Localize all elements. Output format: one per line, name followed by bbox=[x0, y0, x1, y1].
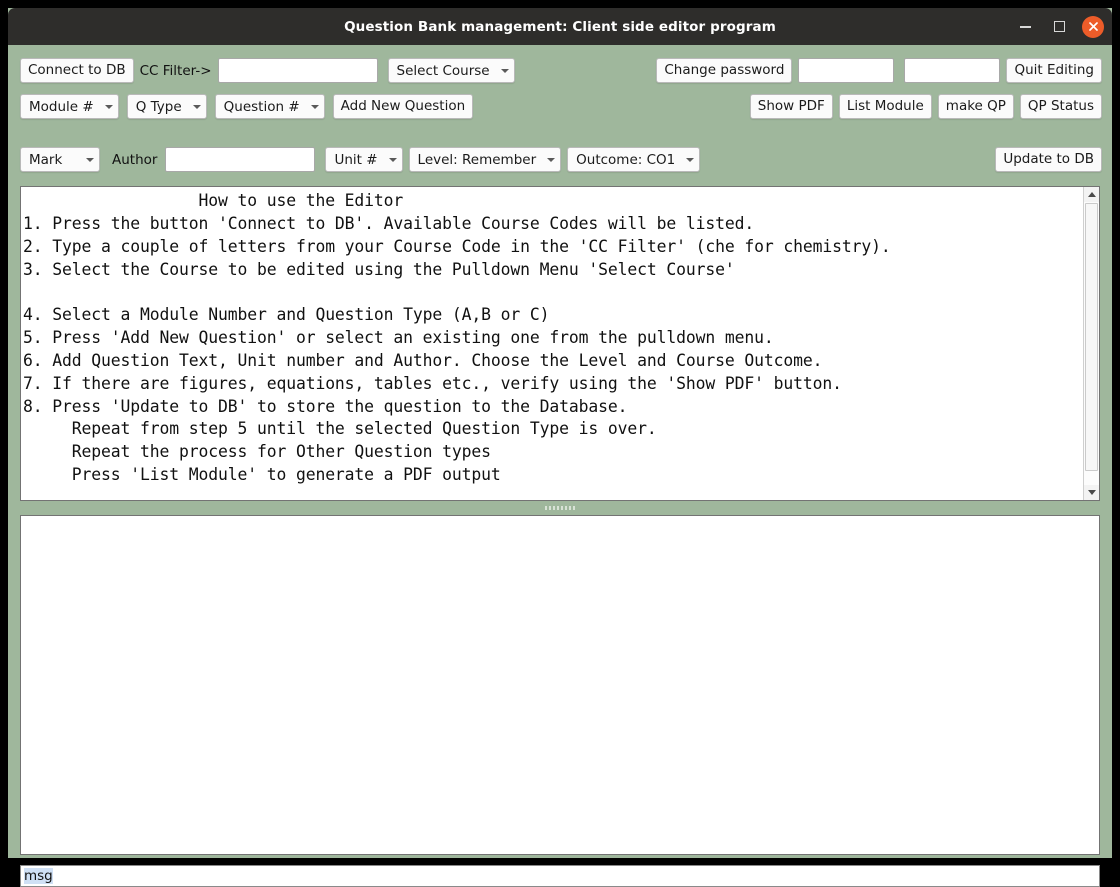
update-to-db-button[interactable]: Update to DB bbox=[995, 147, 1102, 172]
change-password-button[interactable]: Change password bbox=[656, 58, 793, 83]
application-window: Question Bank management: Client side ed… bbox=[8, 8, 1112, 887]
minimize-glyph bbox=[1019, 25, 1031, 28]
close-x-glyph bbox=[1088, 22, 1098, 31]
window-title: Question Bank management: Client side ed… bbox=[344, 18, 776, 35]
toolbar-row-3-right: Update to DB bbox=[995, 144, 1102, 175]
status-message: msg bbox=[24, 868, 53, 884]
make-qp-button[interactable]: make QP bbox=[937, 94, 1014, 119]
list-module-button[interactable]: List Module bbox=[838, 94, 932, 119]
connect-to-db-button[interactable]: Connect to DB bbox=[20, 58, 134, 83]
toolbar-row-1-right: Change password Quit Editing bbox=[656, 55, 1102, 86]
module-number-combobox[interactable]: Module # bbox=[20, 94, 119, 119]
maximize-glyph bbox=[1053, 21, 1065, 32]
triangle-down-glyph bbox=[1087, 490, 1096, 495]
question-type-label: Q Type bbox=[135, 98, 182, 115]
question-number-combobox[interactable]: Question # bbox=[214, 94, 325, 119]
unit-number-label: Unit # bbox=[334, 151, 378, 168]
scrollbar-thumb[interactable] bbox=[1085, 203, 1098, 471]
level-combobox[interactable]: Level: Remember bbox=[408, 147, 562, 172]
preview-textarea[interactable] bbox=[21, 516, 1099, 854]
preview-pane bbox=[20, 515, 1100, 855]
status-bar: msg bbox=[20, 865, 1100, 887]
sash-grip-icon bbox=[545, 506, 575, 510]
level-label: Level: Remember bbox=[417, 151, 537, 168]
select-course-combobox[interactable]: Select Course bbox=[387, 58, 515, 83]
chevron-down-icon bbox=[104, 104, 113, 109]
author-input[interactable] bbox=[165, 147, 316, 172]
chevron-down-icon bbox=[500, 68, 509, 73]
app-body: Connect to DB CC Filter-> Select Course … bbox=[8, 55, 1112, 887]
toolbar-row-2-right: Show PDF List Module make QP QP Status bbox=[749, 91, 1102, 122]
minimize-icon[interactable] bbox=[1014, 16, 1036, 38]
cc-filter-label: CC Filter-> bbox=[139, 62, 212, 79]
module-number-label: Module # bbox=[29, 98, 94, 115]
pane-sash-handle[interactable] bbox=[20, 503, 1100, 513]
show-pdf-button[interactable]: Show PDF bbox=[749, 94, 833, 119]
quit-editing-button[interactable]: Quit Editing bbox=[1006, 58, 1102, 83]
toolbar-row-2-left: Module # Q Type Question # Add New Quest… bbox=[20, 91, 474, 122]
maximize-icon[interactable] bbox=[1048, 16, 1070, 38]
select-course-label: Select Course bbox=[396, 62, 490, 79]
author-label: Author bbox=[112, 151, 158, 168]
editor-pane: How to use the Editor 1. Press the butto… bbox=[20, 186, 1100, 501]
question-number-label: Question # bbox=[223, 98, 300, 115]
question-type-combobox[interactable]: Q Type bbox=[126, 94, 207, 119]
toolbar-row-1-left: Connect to DB CC Filter-> Select Course bbox=[20, 55, 515, 86]
triangle-up-glyph bbox=[1087, 192, 1096, 197]
outcome-combobox[interactable]: Outcome: CO1 bbox=[567, 147, 701, 172]
editor-vertical-scrollbar[interactable] bbox=[1083, 187, 1099, 500]
title-bar: Question Bank management: Client side ed… bbox=[8, 8, 1112, 45]
chevron-down-icon bbox=[547, 157, 556, 162]
chevron-down-icon bbox=[86, 157, 94, 162]
toolbar-row-1: Connect to DB CC Filter-> Select Course … bbox=[8, 55, 1112, 86]
password-confirm-input[interactable] bbox=[904, 58, 1001, 83]
toolbar-row-3: Mark Author Unit # Level: Remember Outco… bbox=[8, 144, 1112, 175]
toolbar-row-3-left: Mark Author Unit # Level: Remember Outco… bbox=[20, 144, 701, 175]
password-input[interactable] bbox=[798, 58, 895, 83]
toolbar-row-2: Module # Q Type Question # Add New Quest… bbox=[8, 91, 1112, 122]
mark-label: Mark bbox=[29, 151, 63, 168]
window-controls bbox=[1014, 8, 1104, 45]
chevron-down-icon bbox=[388, 157, 397, 162]
chevron-down-icon bbox=[686, 157, 695, 162]
chevron-down-icon bbox=[310, 104, 319, 109]
chevron-down-icon bbox=[192, 104, 201, 109]
close-icon[interactable] bbox=[1082, 15, 1104, 38]
cc-filter-input[interactable] bbox=[217, 58, 378, 83]
mark-combobox[interactable]: Mark bbox=[20, 147, 100, 172]
qp-status-button[interactable]: QP Status bbox=[1019, 94, 1102, 119]
outcome-label: Outcome: CO1 bbox=[576, 151, 676, 168]
scroll-up-icon[interactable] bbox=[1084, 187, 1099, 202]
scroll-down-icon[interactable] bbox=[1084, 485, 1099, 500]
editor-textarea[interactable]: How to use the Editor 1. Press the butto… bbox=[21, 187, 1084, 500]
add-new-question-button[interactable]: Add New Question bbox=[332, 94, 474, 119]
unit-number-combobox[interactable]: Unit # bbox=[325, 147, 403, 172]
